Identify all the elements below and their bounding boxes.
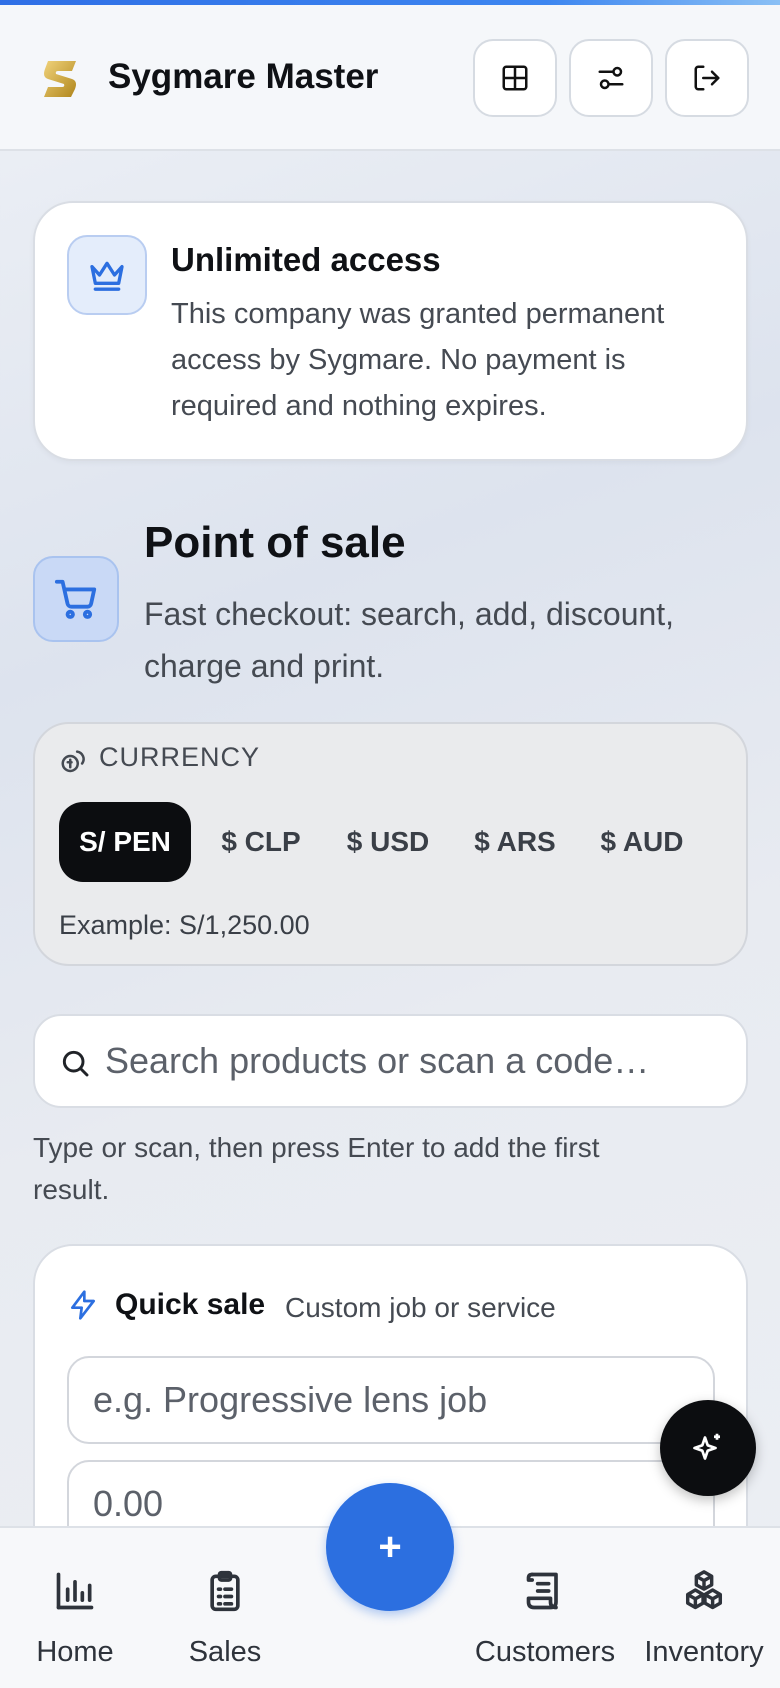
grid-icon [502, 65, 528, 91]
logout-button[interactable] [665, 39, 749, 117]
logout-icon [694, 65, 720, 91]
quick-sale-subtitle: Custom job or service [285, 1292, 556, 1323]
currency-option-usd[interactable]: $ USD [329, 802, 447, 882]
quick-sale-description-field [67, 1356, 715, 1444]
nav-item-home[interactable]: Home [22, 1528, 128, 1688]
add-button[interactable]: + [326, 1483, 454, 1611]
page-subtitle: Fast checkout: search, add, discount, ch… [144, 596, 675, 684]
nav-label-inventory: Inventory [644, 1636, 764, 1668]
logo-icon [38, 57, 82, 101]
currency-label: CURRENCY [99, 742, 261, 772]
access-title: Unlimited access [171, 241, 441, 278]
plus-icon: + [378, 1524, 402, 1569]
ai-assistant-button[interactable] [660, 1400, 756, 1496]
nav-label-customers: Customers [474, 1636, 616, 1668]
currency-example: Example: S/1,250.00 [59, 910, 310, 940]
settings-button[interactable] [569, 39, 653, 117]
search-input[interactable] [105, 1016, 725, 1106]
crown-icon [90, 261, 124, 291]
nav-label-sales: Sales [188, 1636, 262, 1668]
access-description: This company was granted permanent acces… [171, 298, 665, 422]
cart-icon [54, 579, 97, 619]
product-search [33, 1014, 748, 1108]
nav-item-sales[interactable]: Sales [172, 1528, 278, 1688]
search-icon [62, 1050, 89, 1077]
currency-option-ars[interactable]: $ ARS [459, 802, 571, 882]
page-title: Point of sale [144, 518, 406, 567]
currency-option-pen[interactable]: S/ PEN [59, 802, 191, 882]
crown-icon-box [67, 235, 147, 315]
nav-label-home: Home [36, 1636, 114, 1668]
quick-sale-title: Quick sale [115, 1288, 266, 1321]
bolt-icon [71, 1290, 95, 1320]
nav-item-inventory[interactable]: Inventory [634, 1528, 774, 1688]
cart-icon-box [33, 556, 119, 642]
sliders-icon [598, 66, 624, 90]
sparkles-icon [693, 1433, 720, 1460]
unlimited-access-card: Unlimited access This company was grante… [33, 201, 748, 461]
chart-icon [56, 1572, 94, 1610]
currency-option-aud[interactable]: $ AUD [583, 802, 701, 882]
currency-option-clp[interactable]: $ CLP [205, 802, 317, 882]
quick-sale-description-input[interactable] [93, 1358, 693, 1442]
scroll-icon [526, 1572, 558, 1610]
grid-view-button[interactable] [473, 39, 557, 117]
clipboard-icon [210, 1570, 240, 1612]
search-hint: Type or scan, then press Enter to add th… [33, 1132, 600, 1205]
coins-icon [61, 750, 85, 773]
nav-item-customers[interactable]: Customers [466, 1528, 624, 1688]
boxes-icon [685, 1570, 723, 1610]
currency-selector: CURRENCY S/ PEN $ CLP $ USD $ ARS $ AUD … [33, 722, 748, 966]
app-header: Sygmare Master [0, 5, 780, 151]
app-title: Sygmare Master [108, 57, 379, 96]
